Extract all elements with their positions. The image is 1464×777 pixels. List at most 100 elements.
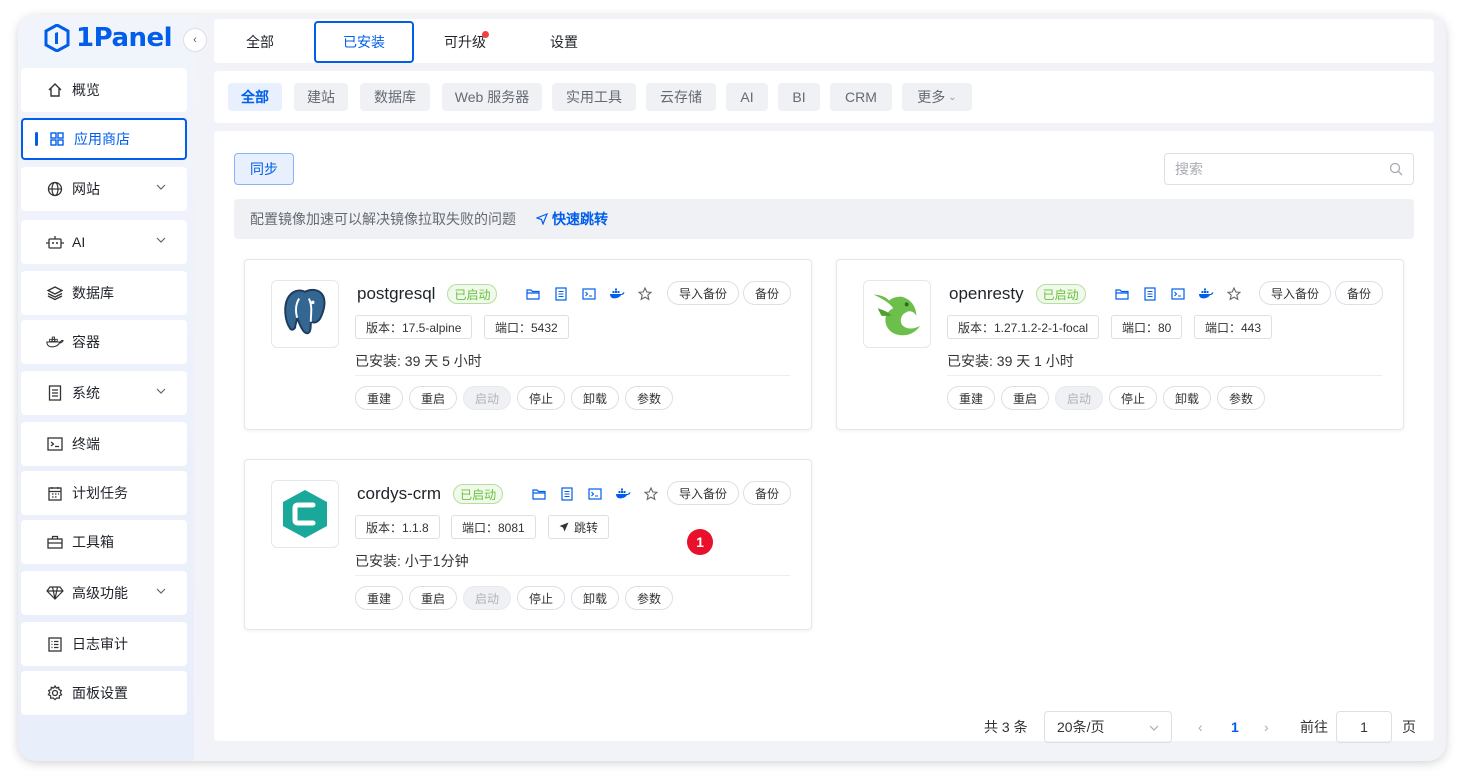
uninstall-button[interactable]: 卸载: [1163, 386, 1211, 410]
folder-icon[interactable]: [530, 485, 547, 502]
stop-button[interactable]: 停止: [517, 586, 565, 610]
active-indicator: [35, 132, 38, 146]
search-placeholder: 搜索: [1175, 161, 1203, 177]
params-button[interactable]: 参数: [1217, 386, 1265, 410]
installed-time: 已安装: 39 天 5 小时: [355, 353, 482, 369]
category-bi[interactable]: BI: [778, 83, 820, 111]
category-cloud-storage[interactable]: 云存储: [646, 83, 716, 111]
category-all[interactable]: 全部: [228, 83, 282, 111]
folder-icon[interactable]: [1113, 285, 1130, 302]
sidebar-item-overview[interactable]: 概览: [21, 68, 187, 112]
sidebar-item-ai[interactable]: AI: [21, 220, 187, 264]
log-file-icon[interactable]: [558, 485, 575, 502]
openresty-icon: [873, 294, 921, 336]
sidebar-item-website[interactable]: 网站: [21, 167, 187, 211]
log-file-icon[interactable]: [1141, 285, 1158, 302]
category-ai[interactable]: AI: [726, 83, 768, 111]
category-database[interactable]: 数据库: [360, 83, 430, 111]
app-name: cordys-crm: [357, 484, 442, 503]
sidebar-item-advanced[interactable]: 高级功能: [21, 571, 187, 615]
sidebar-item-cron[interactable]: 计划任务: [21, 471, 187, 515]
log-icon: [46, 635, 64, 653]
tab-upgradable[interactable]: 可升级: [434, 21, 496, 63]
page-size-select[interactable]: 20条/页: [1044, 711, 1172, 743]
tab-installed[interactable]: 已安装: [314, 21, 414, 63]
terminal-icon[interactable]: [1169, 285, 1186, 302]
terminal-icon[interactable]: [580, 285, 597, 302]
chevron-right-icon: ›: [1264, 719, 1269, 735]
installed-time: 已安装: 39 天 1 小时: [947, 353, 1074, 369]
prev-page-button[interactable]: ‹: [1198, 711, 1203, 743]
goto-page-input[interactable]: 1: [1336, 711, 1392, 743]
category-more[interactable]: 更多 ⌄: [902, 83, 972, 111]
docker-icon[interactable]: [1197, 285, 1214, 302]
sidebar-item-system[interactable]: 系统: [21, 371, 187, 415]
sidebar-item-database[interactable]: 数据库: [21, 271, 187, 315]
globe-icon: [46, 180, 64, 198]
docker-icon: [46, 333, 64, 351]
chevron-down-icon: [156, 588, 166, 594]
rebuild-button[interactable]: 重建: [355, 386, 403, 410]
sidebar-item-audit-log[interactable]: 日志审计: [21, 622, 187, 666]
uninstall-button[interactable]: 卸载: [571, 586, 619, 610]
logo-text: 1Panel: [76, 23, 173, 53]
app-logo[interactable]: 1Panel: [44, 23, 173, 53]
quick-jump-link[interactable]: 快速跳转: [536, 209, 608, 229]
sidebar-item-container[interactable]: 容器: [21, 320, 187, 364]
openresty-logo[interactable]: [863, 280, 931, 348]
chevron-down-icon: [156, 388, 166, 394]
star-icon[interactable]: [636, 285, 653, 302]
jump-button[interactable]: 跳转: [548, 515, 610, 539]
sidebar-item-panel-settings[interactable]: 面板设置: [21, 671, 187, 715]
search-input[interactable]: 搜索: [1164, 153, 1414, 185]
sidebar-item-app-store[interactable]: 应用商店: [21, 118, 187, 160]
import-backup-button[interactable]: 导入备份: [1259, 281, 1331, 305]
backup-button[interactable]: 备份: [743, 481, 791, 505]
app-window: 1Panel 概览 应用商店 网站 AI 数据库 容器 系统 终端 计划任务 工…: [18, 15, 1446, 761]
sidebar-item-terminal[interactable]: 终端: [21, 422, 187, 466]
next-page-button[interactable]: ›: [1264, 711, 1269, 743]
rebuild-button[interactable]: 重建: [355, 586, 403, 610]
import-backup-button[interactable]: 导入备份: [667, 281, 739, 305]
start-button: 启动: [463, 586, 511, 610]
postgresql-logo[interactable]: [271, 280, 339, 348]
category-crm[interactable]: CRM: [830, 83, 892, 111]
docker-icon[interactable]: [608, 285, 625, 302]
star-icon[interactable]: [642, 485, 659, 502]
terminal-icon[interactable]: [586, 485, 603, 502]
search-icon: [1389, 162, 1403, 176]
backup-button[interactable]: 备份: [743, 281, 791, 305]
sync-button[interactable]: 同步: [234, 153, 294, 185]
main-content: 同步 搜索 配置镜像加速可以解决镜像拉取失败的问题 快速跳转 postgresq…: [214, 131, 1434, 743]
notice-text: 配置镜像加速可以解决镜像拉取失败的问题: [250, 211, 516, 227]
chevron-down-icon: ⌄: [948, 91, 957, 103]
params-button[interactable]: 参数: [625, 586, 673, 610]
params-button[interactable]: 参数: [625, 386, 673, 410]
status-badge: 已启动: [447, 284, 498, 304]
category-tools[interactable]: 实用工具: [552, 83, 636, 111]
star-icon[interactable]: [1225, 285, 1242, 302]
tab-all[interactable]: 全部: [228, 21, 292, 63]
restart-button[interactable]: 重启: [1001, 386, 1049, 410]
import-backup-button[interactable]: 导入备份: [667, 481, 739, 505]
log-file-icon[interactable]: [552, 285, 569, 302]
stop-button[interactable]: 停止: [517, 386, 565, 410]
sidebar-item-toolbox[interactable]: 工具箱: [21, 520, 187, 564]
category-web-server[interactable]: Web 服务器: [442, 83, 542, 111]
sidebar-collapse-button[interactable]: ‹: [183, 28, 207, 52]
tab-settings[interactable]: 设置: [536, 21, 592, 63]
goto-label: 前往: [1300, 719, 1328, 735]
cordys-crm-logo[interactable]: [271, 480, 339, 548]
app-tools: [530, 485, 659, 502]
restart-button[interactable]: 重启: [409, 386, 457, 410]
folder-icon[interactable]: [524, 285, 541, 302]
rebuild-button[interactable]: 重建: [947, 386, 995, 410]
stop-button[interactable]: 停止: [1109, 386, 1157, 410]
restart-button[interactable]: 重启: [409, 586, 457, 610]
docker-icon[interactable]: [614, 485, 631, 502]
category-website[interactable]: 建站: [294, 83, 348, 111]
page-number-current[interactable]: 1: [1231, 711, 1239, 743]
backup-button[interactable]: 备份: [1335, 281, 1383, 305]
uninstall-button[interactable]: 卸载: [571, 386, 619, 410]
chevron-left-icon: ‹: [1198, 719, 1203, 735]
